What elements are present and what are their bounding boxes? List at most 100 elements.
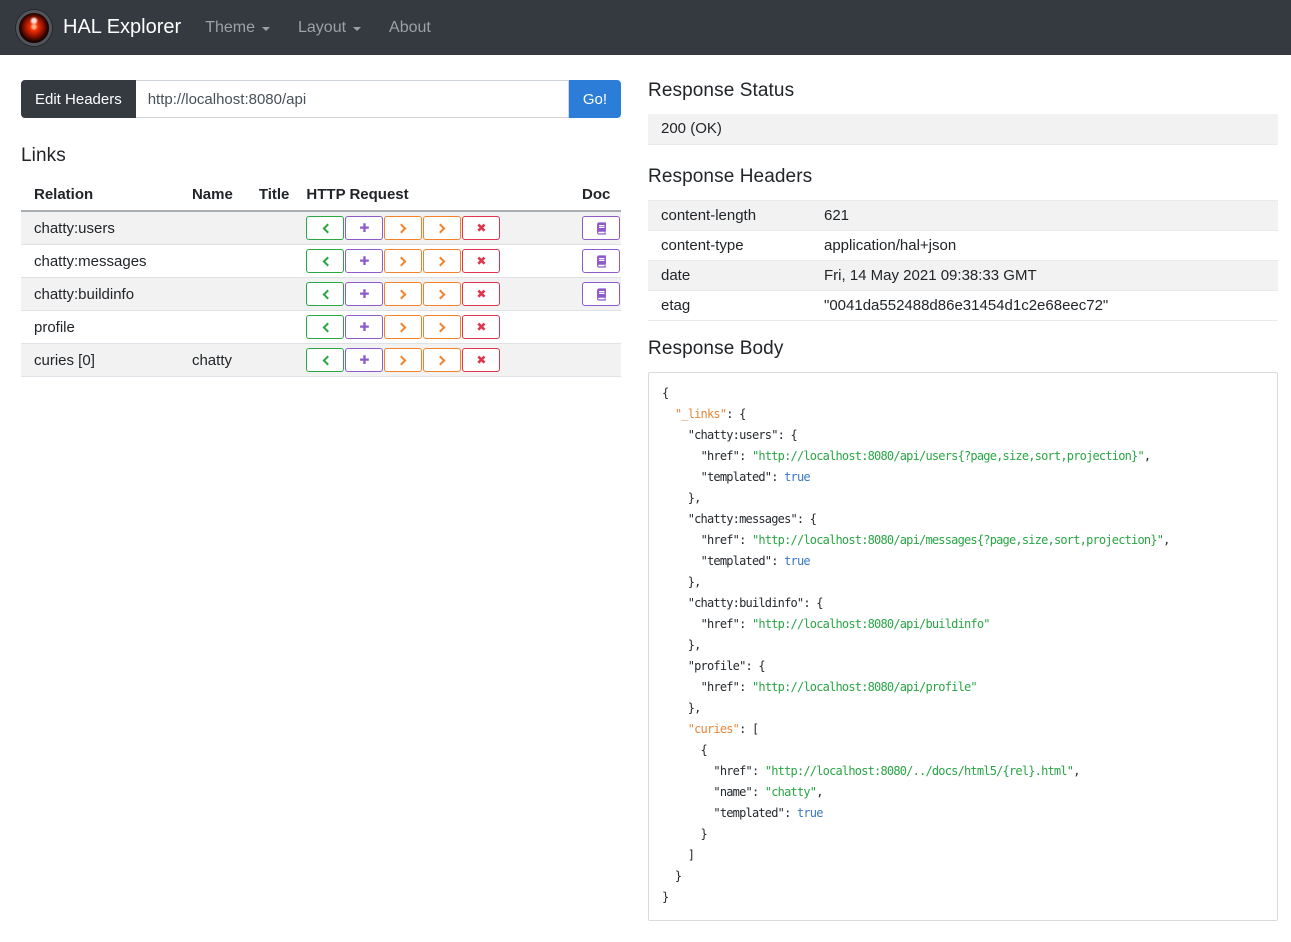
response-header-name: content-length xyxy=(661,207,757,224)
link-relation: chatty:users xyxy=(34,219,115,237)
get-request-button[interactable] xyxy=(306,216,345,240)
delete-request-button[interactable]: ✖ xyxy=(462,216,501,240)
post-request-button[interactable]: ✚ xyxy=(345,348,384,372)
link-title xyxy=(246,245,303,278)
link-title xyxy=(246,311,303,344)
response-header-row: content-length 621 xyxy=(648,200,1278,231)
json-line: "templated": true xyxy=(700,554,811,568)
go-button[interactable]: Go! xyxy=(568,80,621,118)
response-header-value: 621 xyxy=(824,207,850,224)
http-request-buttons: ✚ ✖ xyxy=(302,245,569,278)
delete-request-button[interactable]: ✖ xyxy=(462,249,501,273)
chevron-left-icon xyxy=(322,355,333,365)
doc-cell xyxy=(569,344,621,377)
json-line: "href": "http://localhost:8080/api/profi… xyxy=(700,680,978,694)
delete-request-button[interactable]: ✖ xyxy=(462,348,501,372)
link-title xyxy=(246,211,303,245)
delete-request-button[interactable]: ✖ xyxy=(462,315,501,339)
json-line: ] xyxy=(662,848,695,862)
put-request-button[interactable] xyxy=(384,315,423,339)
response-header-name: date xyxy=(661,267,691,284)
chevron-right-icon xyxy=(396,256,407,266)
chevron-right-icon xyxy=(396,289,407,299)
patch-request-button[interactable] xyxy=(423,282,462,306)
chevron-left-icon xyxy=(322,322,333,332)
post-request-button[interactable]: ✚ xyxy=(345,216,384,240)
x-icon: ✖ xyxy=(476,221,487,235)
link-row: profile ✚ ✖ xyxy=(21,310,621,344)
left-column: Edit Headers Go! Links Relation Name Tit… xyxy=(21,80,621,921)
doc-cell xyxy=(569,245,621,278)
response-header-row: content-type application/hal+json xyxy=(648,230,1278,261)
link-row: curies [0] chatty ✚ ✖ xyxy=(21,343,621,377)
patch-request-button[interactable] xyxy=(423,249,462,273)
json-line: }, xyxy=(662,491,702,505)
json-line: }, xyxy=(662,701,702,715)
post-request-button[interactable]: ✚ xyxy=(345,315,384,339)
get-request-button[interactable] xyxy=(306,348,345,372)
patch-request-button[interactable] xyxy=(423,348,462,372)
delete-request-button[interactable]: ✖ xyxy=(462,282,501,306)
get-request-button[interactable] xyxy=(306,315,345,339)
link-name xyxy=(179,211,246,245)
link-title xyxy=(246,344,303,377)
nav-item-about[interactable]: About xyxy=(375,19,445,37)
response-header-value: application/hal+json xyxy=(824,237,957,254)
doc-button[interactable] xyxy=(582,249,620,273)
patch-request-button[interactable] xyxy=(423,216,462,240)
http-request-buttons: ✚ ✖ xyxy=(302,278,569,311)
link-relation: curies [0] xyxy=(34,351,95,369)
http-request-buttons: ✚ ✖ xyxy=(302,211,569,245)
x-icon: ✖ xyxy=(476,287,487,301)
chevron-right-icon xyxy=(396,223,407,233)
put-request-button[interactable] xyxy=(384,249,423,273)
book-icon xyxy=(596,287,606,301)
put-request-button[interactable] xyxy=(384,282,423,306)
chevron-right-icon xyxy=(435,256,446,266)
json-line: "chatty:buildinfo": { xyxy=(687,596,824,610)
post-request-button[interactable]: ✚ xyxy=(345,249,384,273)
json-line: "href": "http://localhost:8080/api/users… xyxy=(700,449,1152,463)
main-content: Edit Headers Go! Links Relation Name Tit… xyxy=(0,55,1291,921)
put-request-button[interactable] xyxy=(384,348,423,372)
get-request-button[interactable] xyxy=(306,282,345,306)
json-line: } xyxy=(662,890,669,904)
column-header-title: Title xyxy=(245,179,303,212)
nav-item-layout[interactable]: Layout xyxy=(284,19,375,37)
book-icon xyxy=(596,221,606,235)
response-header-name: content-type xyxy=(661,237,744,254)
plus-icon: ✚ xyxy=(359,221,370,235)
x-icon: ✖ xyxy=(476,320,487,334)
json-line: { xyxy=(662,386,669,400)
response-body: { "_links": { "chatty:users": { "href": … xyxy=(648,372,1278,921)
json-line: "href": "http://localhost:8080/api/messa… xyxy=(700,533,1171,547)
chevron-right-icon xyxy=(396,355,407,365)
navbar: HAL Explorer Theme Layout About xyxy=(0,0,1291,55)
link-title xyxy=(246,278,303,311)
json-line: "href": "http://localhost:8080/../docs/h… xyxy=(713,764,1080,778)
doc-button[interactable] xyxy=(582,282,620,306)
chevron-down-icon xyxy=(353,26,362,31)
nav-item-theme[interactable]: Theme xyxy=(191,19,284,37)
x-icon: ✖ xyxy=(476,353,487,367)
json-line: } xyxy=(662,869,682,883)
put-request-button[interactable] xyxy=(384,216,423,240)
url-input[interactable] xyxy=(135,80,569,118)
nav-item-label: Layout xyxy=(298,18,347,36)
link-row: chatty:buildinfo ✚ ✖ xyxy=(21,277,621,311)
patch-request-button[interactable] xyxy=(423,315,462,339)
plus-icon: ✚ xyxy=(359,320,370,334)
link-name: chatty xyxy=(191,351,232,369)
chevron-right-icon xyxy=(435,289,446,299)
get-request-button[interactable] xyxy=(306,249,345,273)
column-header-relation: Relation xyxy=(21,179,179,212)
doc-button[interactable] xyxy=(582,216,620,240)
edit-headers-button[interactable]: Edit Headers xyxy=(21,80,136,118)
post-request-button[interactable]: ✚ xyxy=(345,282,384,306)
json-line: }, xyxy=(662,638,702,652)
right-column: Response Status 200 (OK) Response Header… xyxy=(648,80,1278,921)
app-brand: HAL Explorer xyxy=(63,16,182,38)
hal-9000-eye-icon xyxy=(16,9,52,46)
chevron-right-icon xyxy=(435,355,446,365)
nav-item-label: About xyxy=(389,18,431,36)
